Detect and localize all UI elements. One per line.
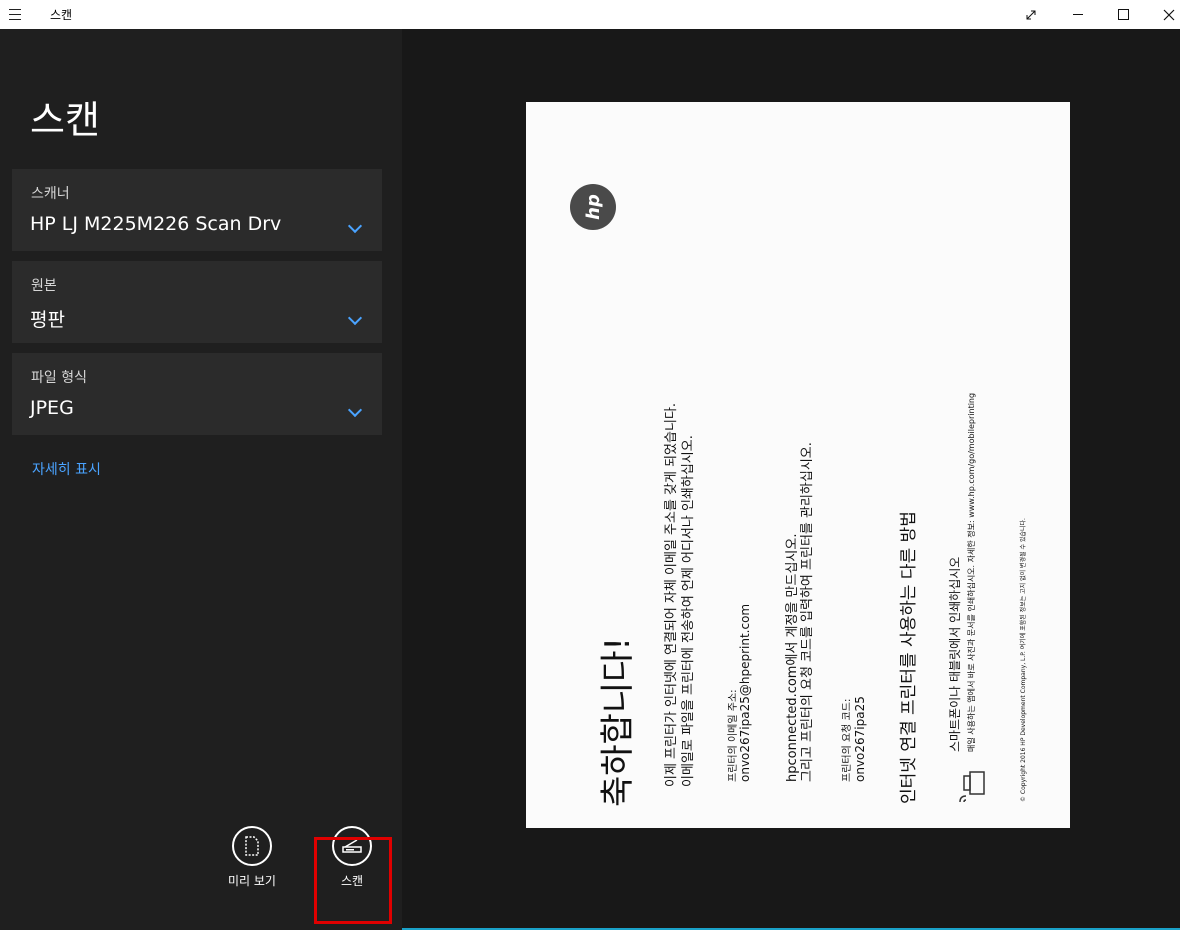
scanner-value: HP LJ M225M226 Scan Drv [30, 213, 282, 235]
preview-button[interactable]: 미리 보기 [212, 826, 292, 889]
preview-label: 미리 보기 [228, 874, 276, 888]
chevron-down-icon[interactable] [347, 218, 363, 234]
settings-pane: 스캔 스캐너 HP LJ M225M226 Scan Drv 원본 평판 파일 … [0, 29, 402, 930]
doc-body-line2: 이메일로 파일을 프린터에 전송하여 언제 어디서나 인쇄하십시오. [681, 435, 696, 787]
doc-other-title: 인터넷 연결 프린터를 사용하는 다른 방법 [899, 511, 919, 804]
fullscreen-icon[interactable] [1008, 0, 1054, 29]
page-title: 스캔 [30, 98, 100, 142]
doc-smart-sub: 매일 사용하는 앱에서 바로 사진과 문서를 인쇄하십시오. 자세한 정보: w… [967, 392, 976, 752]
hamburger-icon[interactable] [0, 0, 30, 29]
doc-code-value: onvo267ipa25 [853, 696, 867, 782]
doc-title: 축하합니다! [598, 636, 638, 807]
show-more-link[interactable]: 자세히 표시 [32, 459, 101, 479]
doc-smart-line: 스마트폰이나 태블릿에서 인쇄하십시오 [948, 556, 962, 752]
doc-code-label: 프린터의 요청 코드: [842, 698, 853, 782]
chevron-down-icon[interactable] [347, 402, 363, 418]
close-icon[interactable] [1146, 0, 1180, 29]
mobile-printer-icon [959, 771, 985, 803]
source-select[interactable]: 원본 평판 [12, 261, 382, 343]
hp-logo: hp [570, 184, 616, 230]
scanned-page-preview: hp 축하합니다! 이제 프린터가 인터넷에 연결되어 자체 이메일 주소를 갖… [526, 102, 1070, 828]
chevron-down-icon[interactable] [347, 310, 363, 326]
file-type-label: 파일 형식 [31, 370, 87, 386]
doc-email-value: onvo267ipa25@hpeprint.com [738, 603, 752, 782]
scan-button-highlight [314, 837, 392, 924]
doc-connected-line2: 그리고 프린터의 요청 코드를 입력하여 프린터를 관리하십시오. [800, 442, 815, 782]
title-bar: 스캔 [0, 0, 1180, 29]
doc-copyright: © Copyright 2016 HP Development Company,… [1020, 518, 1027, 802]
maximize-icon[interactable] [1100, 0, 1146, 29]
file-type-value: JPEG [30, 397, 74, 419]
file-type-select[interactable]: 파일 형식 JPEG [12, 353, 382, 435]
scanner-select[interactable]: 스캐너 HP LJ M225M226 Scan Drv [12, 169, 382, 251]
doc-email-label: 프린터의 이메일 주소: [728, 689, 739, 782]
preview-document-icon [232, 826, 272, 866]
scanner-label: 스캐너 [31, 186, 70, 202]
source-value: 평판 [30, 309, 65, 331]
minimize-icon[interactable] [1055, 0, 1101, 29]
source-label: 원본 [31, 278, 57, 294]
window-title: 스캔 [50, 8, 73, 22]
